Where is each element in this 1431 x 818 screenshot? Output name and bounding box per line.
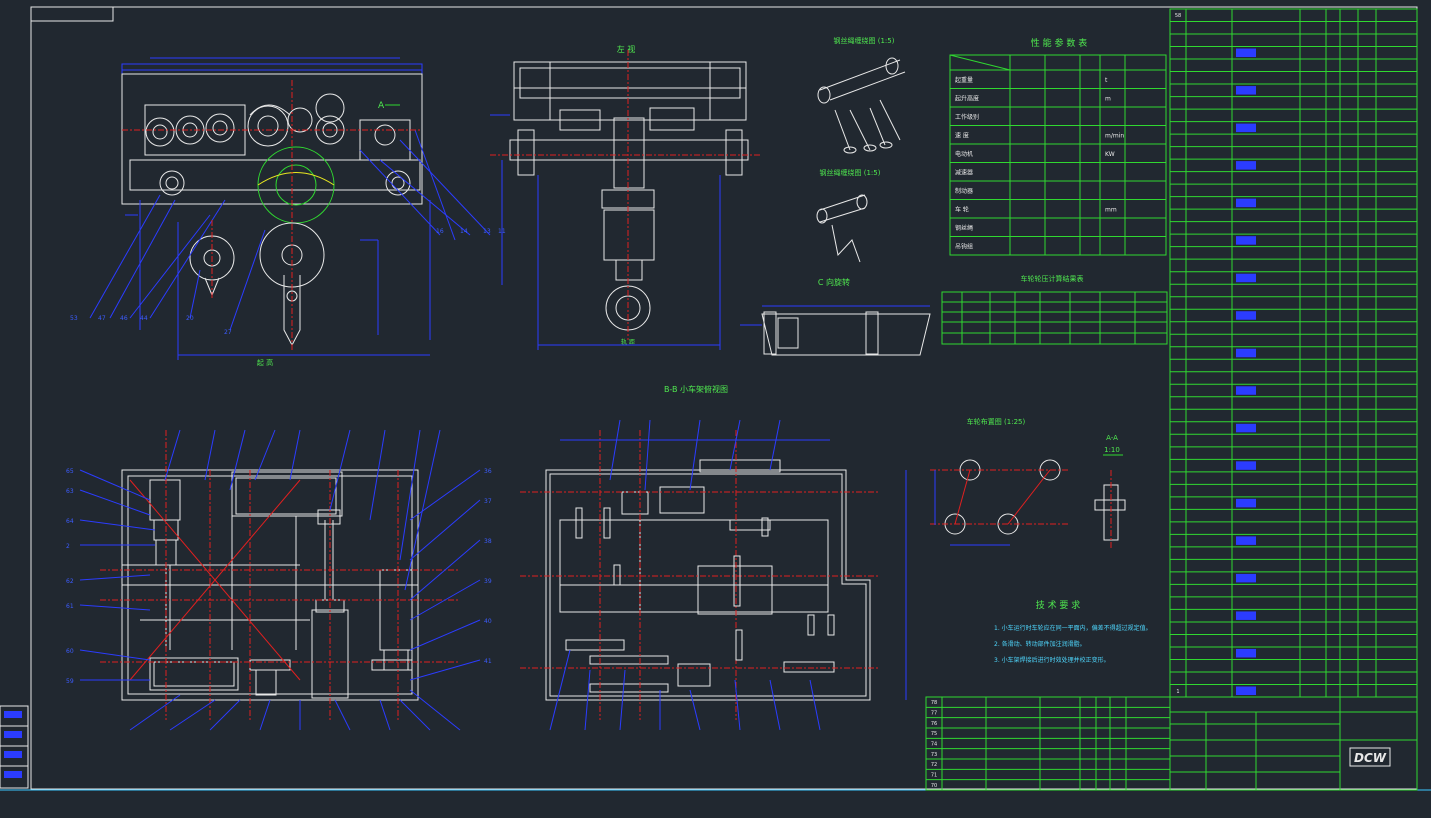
lower-row-number: 70 [931, 783, 937, 789]
perf-row-label: 钢丝绳 [955, 224, 973, 232]
parts-top-number: 58 [1175, 13, 1181, 19]
perf-row-unit: m [1105, 96, 1111, 103]
perf-row-label: 电动机 [955, 150, 973, 158]
svg-text:65: 65 [66, 468, 74, 475]
svg-text:64: 64 [66, 518, 74, 525]
parts-row-fill [1236, 611, 1256, 620]
svg-text:46: 46 [120, 315, 128, 322]
lift-height-label: 起 高 [257, 358, 273, 367]
cad-drawing: 起 高 A 53 47 46 44 2027 16 14 13 11 左 视 轨… [0, 0, 1431, 818]
svg-text:60: 60 [66, 648, 74, 655]
wheel-layout-title: 车轮布置图 (1:25) [967, 417, 1026, 426]
svg-text:61: 61 [66, 603, 74, 610]
section-a-label: A [378, 101, 385, 111]
parts-row-fill [1236, 498, 1256, 508]
perf-row-label: 起升高度 [955, 95, 979, 103]
parts-row-fill [1236, 48, 1256, 58]
parts-row-fill [1236, 536, 1256, 545]
tech-req-title: 技 术 要 求 [1036, 599, 1081, 611]
parts-row-fill [1236, 686, 1256, 695]
svg-text:16: 16 [436, 228, 444, 235]
lower-row-number: 75 [931, 731, 937, 737]
lower-row-number: 72 [931, 762, 937, 768]
parts-row-fill [1236, 311, 1256, 320]
parts-row-fill [1236, 423, 1256, 433]
parts-row-fill [1236, 348, 1256, 358]
frame-view-title: B-B 小车架俯视图 [664, 384, 728, 394]
tech-req-line-3: 3. 小车架焊接后进行时效处理并校正变形。 [994, 656, 1110, 664]
parts-row-fill [1236, 573, 1256, 583]
svg-text:37: 37 [484, 498, 492, 505]
lower-row-number: 77 [931, 711, 937, 717]
company-logo: DCW [1354, 751, 1387, 765]
c-view-title: C 向旋转 [818, 277, 850, 287]
lower-row-number: 74 [931, 742, 937, 748]
svg-text:44: 44 [140, 315, 148, 322]
svg-text:39: 39 [484, 578, 492, 585]
perf-row-unit: mm [1105, 207, 1117, 214]
cad-drawing-canvas: 起 高 A 534746 442027 16141311 左 视 [0, 0, 1431, 818]
perf-row-unit: m/min [1105, 133, 1124, 140]
svg-text:62: 62 [66, 578, 74, 585]
parts-row-fill [1236, 161, 1256, 170]
perf-row-label: 吊钩组 [955, 243, 973, 251]
reeving-title-2: 钢丝绳缠绕图 (1:5) [820, 168, 881, 177]
svg-text:41: 41 [484, 658, 492, 665]
svg-text:27: 27 [224, 329, 232, 336]
perf-row-label: 车 轮 [955, 206, 969, 214]
lower-row-number: 71 [931, 773, 937, 779]
parts-row-fill [1236, 198, 1256, 208]
perf-row-label: 起重量 [955, 76, 973, 84]
a-a-title: A-A [1106, 434, 1118, 442]
wheel-pressure-title: 车轮轮压计算结果表 [1021, 274, 1084, 283]
parts-row-fill [1236, 273, 1256, 283]
parts-row-fill [1236, 123, 1256, 133]
performance-table-title: 性 能 参 数 表 [1031, 37, 1087, 49]
perf-row-label: 速 度 [955, 132, 969, 140]
svg-text:47: 47 [98, 315, 106, 322]
parts-row-fill [1236, 86, 1256, 95]
perf-row-label: 工作级别 [955, 113, 979, 121]
reeving-title-1: 钢丝绳缠绕图 (1:5) [834, 36, 895, 45]
lower-row-number: 73 [931, 752, 937, 758]
svg-text:2: 2 [66, 543, 70, 550]
svg-text:14: 14 [460, 228, 468, 235]
a-a-scale: 1:10 [1104, 446, 1120, 454]
perf-row-label: 制动器 [955, 187, 973, 195]
svg-text:20: 20 [186, 315, 194, 322]
lower-row-number: 78 [931, 700, 937, 706]
parts-row-fill [1236, 236, 1256, 245]
lower-row-number: 76 [931, 721, 937, 727]
svg-text:59: 59 [66, 678, 74, 685]
perf-row-label: 减速器 [955, 169, 973, 177]
svg-text:40: 40 [484, 618, 492, 625]
svg-text:38: 38 [484, 538, 492, 545]
svg-text:36: 36 [484, 468, 492, 475]
parts-row-fill [1236, 648, 1256, 658]
tech-req-line-2: 2. 各滑动、转动部件加注润滑脂。 [994, 640, 1086, 648]
side-view-title: 左 视 [617, 44, 636, 54]
parts-bottom-number: 1 [1176, 689, 1179, 695]
svg-text:13: 13 [483, 228, 491, 235]
svg-text:53: 53 [70, 315, 78, 322]
perf-row-unit: KW [1105, 151, 1115, 158]
svg-text:63: 63 [66, 488, 74, 495]
parts-row-fill [1236, 461, 1256, 470]
parts-row-fill [1236, 386, 1256, 395]
tech-req-line-1: 1. 小车运行时车轮应在同一平面内，偏差不得超过规定值。 [994, 624, 1152, 632]
